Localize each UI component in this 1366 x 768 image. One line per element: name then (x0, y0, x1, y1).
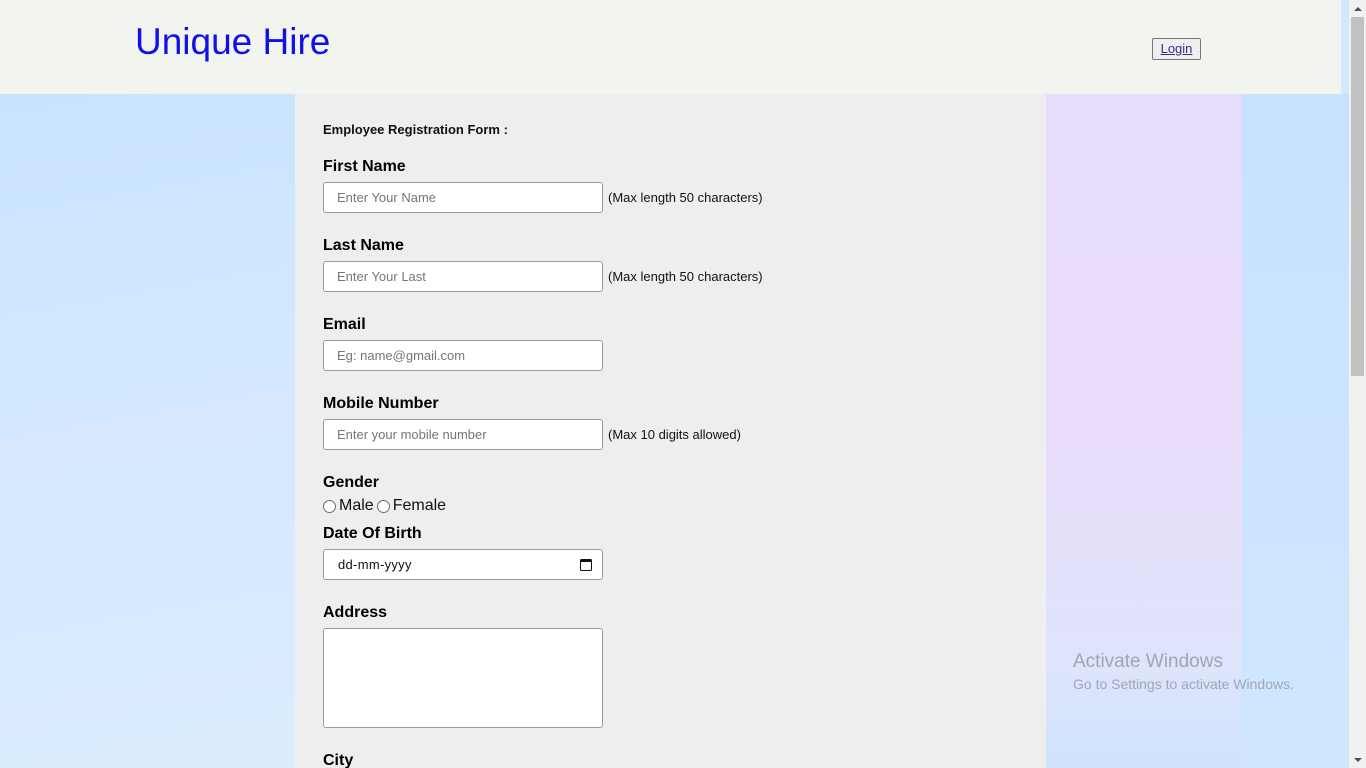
last-name-input[interactable] (323, 261, 603, 292)
first-name-hint: (Max length 50 characters) (608, 190, 763, 205)
last-name-label: Last Name (323, 237, 404, 254)
city-label: City (323, 752, 354, 768)
calendar-icon[interactable] (580, 558, 592, 571)
scrollbar-thumb[interactable] (1351, 17, 1364, 376)
last-name-hint: (Max length 50 characters) (608, 269, 763, 284)
site-header: Unique Hire Login (0, 0, 1341, 94)
date-of-birth-value[interactable]: dd-mm-yyyy (338, 557, 580, 572)
mobile-number-input[interactable] (323, 419, 603, 450)
mobile-number-hint: (Max 10 digits allowed) (608, 427, 741, 442)
watermark-subtitle: Go to Settings to activate Windows. (1073, 676, 1294, 692)
mobile-number-label: Mobile Number (323, 395, 439, 412)
date-of-birth-label: Date Of Birth (323, 525, 422, 542)
watermark-title: Activate Windows (1073, 651, 1223, 672)
scroll-up-button[interactable] (1349, 0, 1366, 17)
vertical-scrollbar[interactable] (1349, 0, 1366, 768)
arrow-up-icon (1353, 6, 1362, 11)
first-name-label: First Name (323, 158, 406, 175)
gender-female-radio[interactable] (376, 499, 390, 513)
windows-activation-watermark: Activate Windows Go to Settings to activ… (1073, 651, 1294, 695)
address-label: Address (323, 604, 388, 621)
brand-logo-text[interactable]: Unique Hire (135, 20, 330, 64)
gender-male-radio[interactable] (323, 499, 336, 513)
scroll-down-button[interactable] (1349, 751, 1366, 768)
gender-female-label[interactable]: Female (393, 497, 446, 515)
gender-options: Male Female (322, 497, 448, 515)
first-name-input[interactable] (323, 182, 603, 213)
address-textarea[interactable] (323, 628, 603, 728)
page-background-left (0, 94, 295, 768)
login-button[interactable]: Login (1152, 38, 1201, 60)
email-label: Email (323, 316, 366, 333)
form-title: Employee Registration Form : (323, 122, 508, 137)
gender-male-label[interactable]: Male (339, 497, 374, 515)
date-of-birth-input[interactable]: dd-mm-yyyy (323, 549, 603, 580)
email-input[interactable] (323, 340, 603, 371)
gender-label: Gender (323, 474, 380, 491)
arrow-down-icon (1353, 757, 1362, 762)
